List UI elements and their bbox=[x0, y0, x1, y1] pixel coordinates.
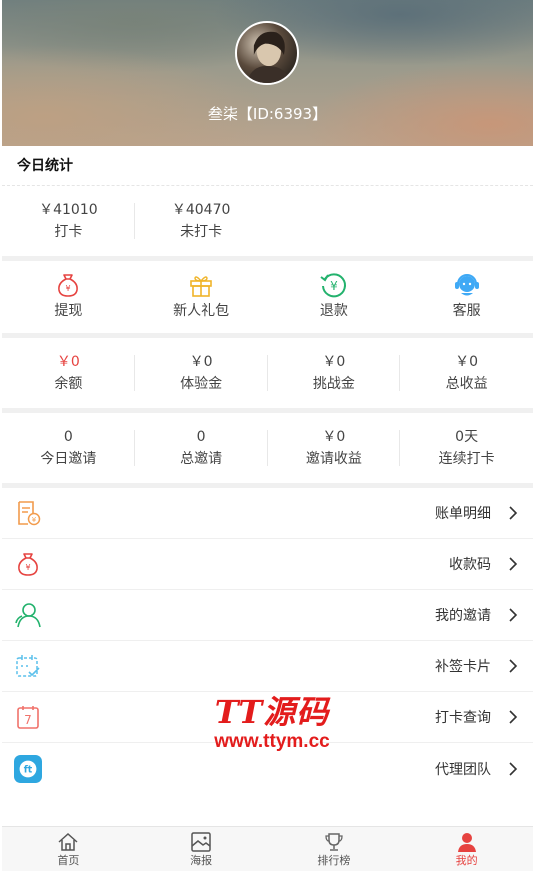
menu-item-bill-details[interactable]: ¥ 账单明细 bbox=[2, 488, 533, 539]
challenge-fund-label: 挑战金 bbox=[312, 376, 355, 392]
svg-text:¥: ¥ bbox=[330, 279, 338, 293]
streak-label: 连续打卡 bbox=[438, 451, 495, 467]
invite-income-value: ￥0 bbox=[322, 429, 346, 445]
balance-value: ￥0 bbox=[56, 354, 80, 370]
calendar-7-icon: 7 bbox=[17, 706, 39, 729]
stat-value: ￥40470 bbox=[171, 202, 231, 218]
tab-label: 首页 bbox=[57, 854, 80, 867]
trophy-icon bbox=[325, 833, 343, 851]
balance-cell: ￥0 余额 bbox=[2, 351, 135, 395]
menu-item-payment-code[interactable]: ¥ 收款码 bbox=[2, 539, 533, 590]
newbie-gift-button[interactable]: 新人礼包 bbox=[135, 271, 268, 323]
watermark: TT源码 www.ttym.cc bbox=[197, 693, 347, 753]
challenge-fund-cell: ￥0 挑战金 bbox=[268, 351, 401, 395]
customer-service-button[interactable]: 客服 bbox=[400, 271, 533, 323]
svg-text:ft: ft bbox=[24, 764, 33, 775]
streak-value: 0天 bbox=[455, 429, 479, 445]
menu-label: 打卡查询 bbox=[435, 710, 491, 726]
avatar-photo bbox=[246, 31, 292, 83]
refund-button[interactable]: ¥ 退款 bbox=[268, 271, 401, 323]
bottom-tabbar: 首页 海报 排行榜 我的 bbox=[2, 826, 533, 871]
total-income-label: 总收益 bbox=[445, 376, 488, 392]
menu-label: 账单明细 bbox=[435, 506, 491, 522]
streak-cell: 0天 连续打卡 bbox=[400, 426, 533, 470]
home-icon bbox=[58, 832, 78, 851]
menu-item-makeup-card[interactable]: 补签卡片 bbox=[2, 641, 533, 692]
trial-fund-value: ￥0 bbox=[189, 354, 213, 370]
chevron-right-icon bbox=[509, 557, 518, 571]
action-label: 退款 bbox=[319, 303, 348, 319]
stat-label: 未打卡 bbox=[180, 224, 223, 240]
tab-mine[interactable]: 我的 bbox=[400, 827, 533, 871]
calendar-check-icon bbox=[16, 655, 40, 677]
action-label: 新人礼包 bbox=[173, 303, 230, 319]
chevron-right-icon bbox=[509, 506, 518, 520]
stat-not-checked-in: ￥40470 未打卡 bbox=[135, 199, 268, 243]
today-invites-value: 0 bbox=[63, 429, 73, 445]
svg-text:¥: ¥ bbox=[25, 563, 30, 572]
trial-fund-label: 体验金 bbox=[180, 376, 223, 392]
total-invites-cell: 0 总邀请 bbox=[135, 426, 268, 470]
menu-label: 代理团队 bbox=[435, 761, 491, 778]
menu-label: 我的邀请 bbox=[435, 608, 491, 624]
balance-row: ￥0 余额 ￥0 体验金 ￥0 挑战金 ￥0 总收益 bbox=[2, 338, 533, 408]
stat-value: ￥41010 bbox=[39, 202, 98, 218]
money-bag-icon: ¥ bbox=[18, 553, 38, 576]
balance-label: 余额 bbox=[54, 376, 83, 392]
svg-text:¥: ¥ bbox=[66, 284, 71, 293]
watermark-url: www.ttym.cc bbox=[214, 731, 330, 752]
menu-label: 补签卡片 bbox=[435, 659, 491, 675]
users-icon bbox=[15, 603, 41, 628]
tab-label: 我的 bbox=[455, 854, 478, 867]
total-invites-label: 总邀请 bbox=[180, 451, 223, 467]
stat-label: 打卡 bbox=[54, 224, 83, 240]
menu-label: 收款码 bbox=[449, 557, 491, 573]
total-invites-value: 0 bbox=[196, 429, 206, 445]
action-label: 提现 bbox=[54, 303, 83, 319]
chevron-right-icon bbox=[509, 659, 518, 673]
tab-leaderboard[interactable]: 排行榜 bbox=[268, 827, 401, 871]
tab-label: 排行榜 bbox=[317, 854, 351, 867]
avatar[interactable] bbox=[235, 21, 299, 85]
total-income-cell: ￥0 总收益 bbox=[400, 351, 533, 395]
svg-text:7: 7 bbox=[24, 713, 32, 727]
image-icon bbox=[191, 832, 211, 852]
username: 叁柒【ID:6393】 bbox=[207, 105, 328, 123]
headset-icon bbox=[454, 274, 479, 296]
bill-icon: ¥ bbox=[18, 501, 41, 526]
today-stats-row: ￥41010 打卡 ￥40470 未打卡 bbox=[2, 186, 533, 256]
chevron-right-icon bbox=[509, 761, 518, 776]
total-income-value: ￥0 bbox=[455, 354, 479, 370]
today-invites-label: 今日邀请 bbox=[40, 451, 97, 467]
team-badge-icon: ft bbox=[14, 754, 42, 783]
chevron-right-icon bbox=[509, 710, 518, 724]
menu-item-my-invites[interactable]: 我的邀请 bbox=[2, 590, 533, 641]
tab-home[interactable]: 首页 bbox=[2, 827, 135, 871]
svg-text:¥: ¥ bbox=[32, 516, 37, 524]
app: 叁柒【ID:6393】 今日统计 ￥41010 打卡 ￥40470 未打卡 ¥ … bbox=[2, 0, 533, 871]
gift-icon bbox=[190, 276, 212, 297]
money-bag-icon: ¥ bbox=[58, 274, 79, 297]
tab-poster[interactable]: 海报 bbox=[135, 827, 268, 871]
user-icon bbox=[457, 833, 476, 852]
stat-checked-in: ￥41010 打卡 bbox=[2, 199, 135, 243]
withdraw-button[interactable]: ¥ 提现 bbox=[2, 271, 135, 323]
tab-label: 海报 bbox=[190, 854, 213, 867]
profile-header: 叁柒【ID:6393】 bbox=[2, 0, 533, 146]
trial-fund-cell: ￥0 体验金 bbox=[135, 351, 268, 395]
chevron-right-icon bbox=[509, 608, 518, 622]
refund-icon: ¥ bbox=[320, 273, 346, 298]
actions-row: ¥ 提现 新人礼包 ¥ 退款 客服 bbox=[2, 261, 533, 333]
today-stats-title: 今日统计 bbox=[2, 146, 533, 186]
invite-income-cell: ￥0 邀请收益 bbox=[268, 426, 401, 470]
watermark-title: TT源码 bbox=[214, 693, 330, 731]
today-invites-cell: 0 今日邀请 bbox=[2, 426, 135, 470]
invite-income-label: 邀请收益 bbox=[305, 451, 362, 467]
invite-row: 0 今日邀请 0 总邀请 ￥0 邀请收益 0天 连续打卡 bbox=[2, 413, 533, 483]
challenge-fund-value: ￥0 bbox=[322, 354, 346, 370]
action-label: 客服 bbox=[452, 303, 481, 319]
